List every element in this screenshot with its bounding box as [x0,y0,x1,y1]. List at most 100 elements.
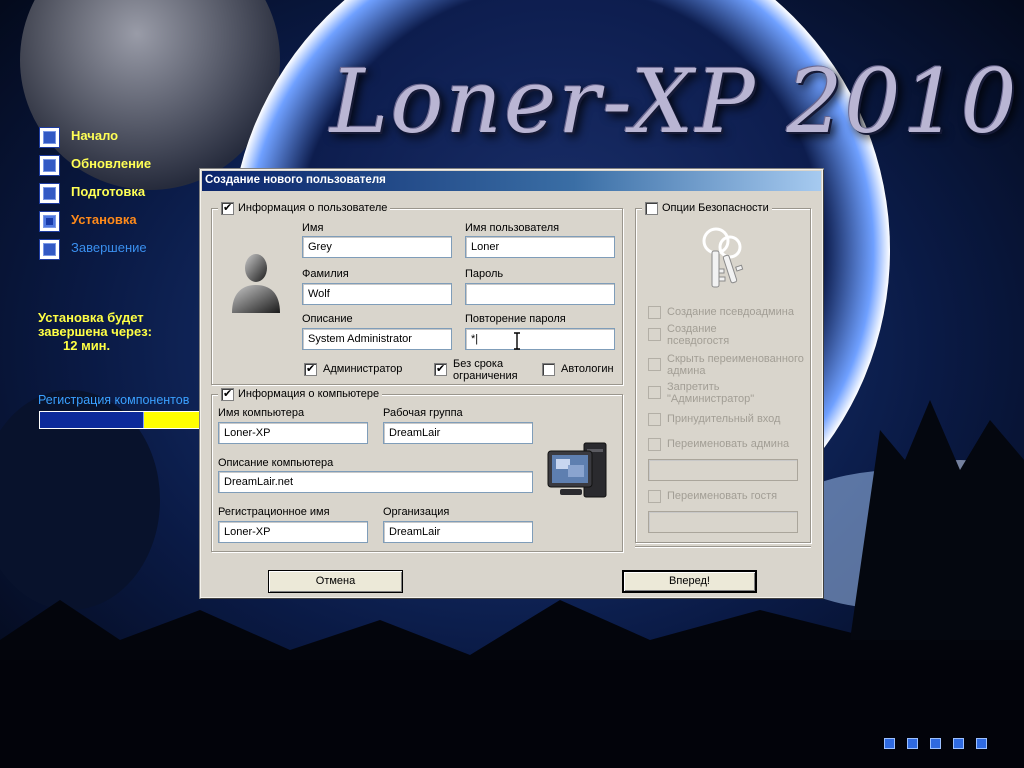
admin-checkbox[interactable] [304,362,317,376]
computer-info-group: Информация о компьютере Имя компьютера L… [211,387,623,552]
security-option-row[interactable]: Создание псевдоадмина [648,306,794,319]
autologon-checkbox[interactable] [542,363,555,376]
indicator-square-icon [884,738,895,749]
password-field[interactable] [465,283,615,305]
computer-desc-label: Описание компьютера [218,457,334,469]
step-start: Начало [39,127,199,149]
computer-info-legend-text: Информация о компьютере [238,388,380,400]
user-info-group: Информация о пользователе Имя Grey Имя п… [211,201,623,385]
security-options-legend: Опции Безопасности [642,201,772,215]
no-expiry-label: Без срока ограничения [453,358,518,382]
progress-fill [40,412,144,428]
rename-admin-field[interactable] [648,459,798,481]
brand-title: Loner-XP 2010 [330,50,1019,153]
organization-field[interactable]: DreamLair [383,521,533,543]
security-option-row[interactable]: Переименовать админа [648,438,789,451]
first-name-field[interactable]: Grey [302,236,452,258]
security-option-row[interactable]: Переименовать гостя [648,490,777,503]
security-option-label: Создание псевдогостя [667,323,729,347]
security-option-checkbox[interactable] [648,358,661,371]
password-repeat-field[interactable]: *| [465,328,615,350]
user-info-legend-text: Информация о пользователе [238,202,388,214]
indicator-square-icon [976,738,987,749]
security-bottom-separator [635,546,811,548]
computer-monitor-icon [547,442,607,498]
security-option-line2: "Администратор" [667,393,755,405]
security-option-line1: Скрыть переименованного [667,353,804,365]
computer-name-label: Имя компьютера [218,407,305,419]
admin-checkbox-row[interactable]: Администратор [304,362,403,376]
progress-label: Регистрация компонентов [38,393,190,407]
create-user-dialog: Создание нового пользователя Информация … [200,169,823,598]
computer-info-legend: Информация о компьютере [218,387,383,401]
no-expiry-checkbox-row[interactable]: Без срока ограничения [434,358,518,382]
text-cursor-icon [514,332,520,350]
security-option-row[interactable]: Создание псевдогостя [648,323,729,347]
security-option-label: Принудительный вход [667,413,781,425]
workgroup-field[interactable]: DreamLair [383,422,533,444]
dialog-titlebar[interactable]: Создание нового пользователя [202,171,821,191]
reg-name-label: Регистрационное имя [218,506,330,518]
description-label: Описание [302,313,353,325]
security-option-label: Переименовать админа [667,438,790,450]
computer-info-checkbox[interactable] [221,387,234,401]
security-option-checkbox[interactable] [648,306,661,319]
keys-icon [702,227,744,288]
security-options-checkbox[interactable] [645,201,658,215]
no-expiry-label-line2: ограничения [453,370,518,382]
security-option-checkbox[interactable] [648,328,661,341]
security-option-row[interactable]: Запретить "Администратор" [648,381,754,405]
password-repeat-label: Повторение пароля [465,313,566,325]
user-info-checkbox[interactable] [221,201,234,215]
last-name-label: Фамилия [302,268,349,280]
computer-desc-field[interactable]: DreamLair.net [218,471,533,493]
rename-guest-field[interactable] [648,511,798,533]
step-update: Обновление [39,155,199,177]
security-option-checkbox[interactable] [648,490,661,503]
last-name-field[interactable]: Wolf [302,283,452,305]
security-option-row[interactable]: Скрыть переименованного админа [648,353,804,377]
security-options-group: Опции Безопасности Создание псевдоадмина… [635,201,811,543]
dialog-title: Создание нового пользователя [205,174,386,186]
workgroup-label: Рабочая группа [383,407,463,419]
step-square-icon [39,127,60,148]
cancel-button[interactable]: Отмена [268,570,403,593]
computer-name-field[interactable]: Loner-XP [218,422,368,444]
time-remaining-line2: завершена через: [38,324,153,339]
step-label: Установка [71,212,137,227]
next-button[interactable]: Вперед! [622,570,757,593]
security-option-checkbox[interactable] [648,413,661,426]
security-option-label: Скрыть переименованного админа [667,353,804,377]
security-option-label: Переименовать гостя [667,490,778,502]
step-install: Установка [39,211,199,233]
indicator-square-icon [907,738,918,749]
security-option-checkbox[interactable] [648,438,661,451]
autologon-checkbox-row[interactable]: Автологин [542,363,614,376]
description-field[interactable]: System Administrator [302,328,452,350]
security-option-label: Запретить "Администратор" [667,381,754,405]
progress-bar [39,411,214,429]
time-remaining-line1: Установка будет [38,310,144,325]
security-options-legend-text: Опции Безопасности [662,202,769,214]
security-option-row[interactable]: Принудительный вход [648,413,780,426]
step-square-icon [39,239,60,260]
step-label: Обновление [71,156,152,171]
security-option-checkbox[interactable] [648,386,661,399]
step-label: Завершение [71,240,147,255]
security-option-line1: Создание [667,323,717,335]
indicator-square-icon [930,738,941,749]
security-option-line2: псевдогостя [667,335,730,347]
time-remaining-minutes: 12 мин. [63,338,111,353]
step-square-icon [39,183,60,204]
reg-name-field[interactable]: Loner-XP [218,521,368,543]
step-square-icon [39,155,60,176]
security-option-line1: Запретить [667,381,720,393]
user-silhouette-icon [232,254,280,313]
no-expiry-checkbox[interactable] [434,362,447,376]
indicator-square-icon [953,738,964,749]
username-field[interactable]: Loner [465,236,615,258]
autologon-label: Автологин [561,363,614,375]
admin-checkbox-label: Администратор [323,363,403,375]
no-expiry-label-line1: Без срока [453,358,504,370]
step-finish: Завершение [39,239,199,261]
